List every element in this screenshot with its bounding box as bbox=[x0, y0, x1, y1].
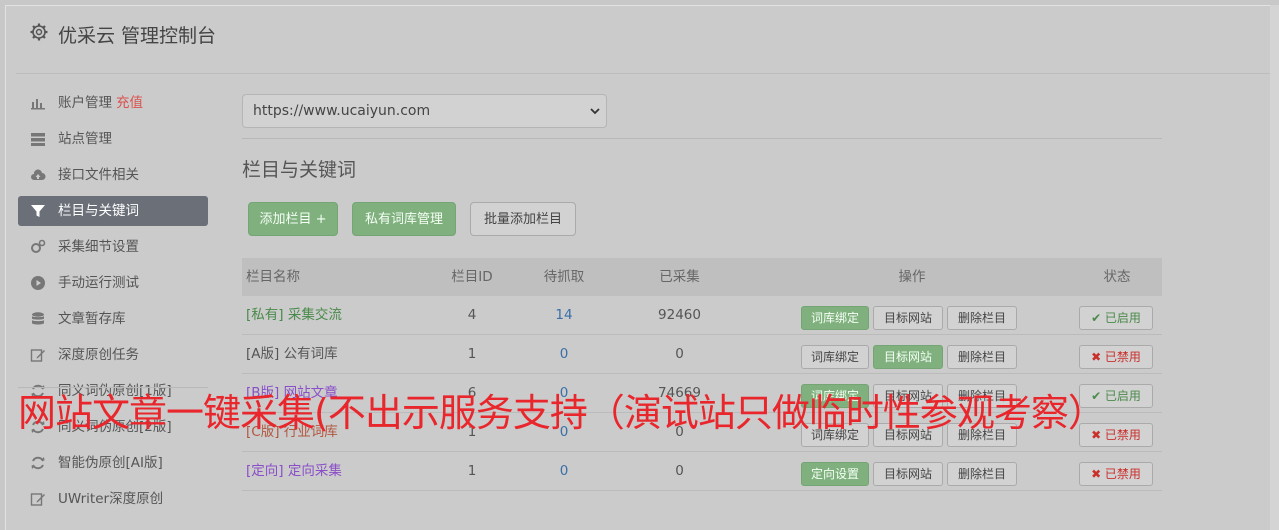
directed-settings-button[interactable]: 定向设置 bbox=[801, 462, 869, 486]
sidebar-item-label: 账户管理 bbox=[58, 95, 112, 111]
page-title: 栏目与关键词 bbox=[242, 159, 357, 181]
sidebar-item-label: 深度原创任务 bbox=[58, 347, 139, 363]
column-collected: 92460 bbox=[658, 307, 701, 323]
sidebar-item-label: 手动运行测试 bbox=[58, 275, 139, 291]
sidebar: 账户管理 充值 站点管理 接口文件相关 栏目与关键词 采集细节设置 手动运行测试 … bbox=[18, 88, 208, 520]
sidebar-item-columns[interactable]: 栏目与关键词 bbox=[18, 196, 208, 226]
column-name: [私有] 采集交流 bbox=[246, 296, 342, 335]
sidebar-item-label: 接口文件相关 bbox=[58, 167, 139, 183]
sidebar-item-label: 采集细节设置 bbox=[58, 239, 139, 255]
recharge-link[interactable]: 充值 bbox=[116, 95, 143, 111]
status-toggle[interactable]: ✔ 已启用 bbox=[1079, 306, 1153, 330]
sidebar-item-sites[interactable]: 站点管理 bbox=[18, 124, 208, 154]
database-icon bbox=[32, 312, 44, 325]
sidebar-item-account[interactable]: 账户管理 充值 bbox=[18, 88, 208, 118]
col-header-actions: 操作 bbox=[898, 269, 926, 285]
delete-column-button[interactable]: 删除栏目 bbox=[947, 345, 1017, 369]
column-pending[interactable]: 14 bbox=[534, 296, 594, 335]
target-site-button[interactable]: 目标网站 bbox=[873, 462, 943, 486]
section-divider bbox=[242, 138, 1162, 139]
lexicon-bind-button[interactable]: 词库绑定 bbox=[801, 306, 869, 330]
cogs-icon bbox=[31, 239, 46, 253]
table-row: [私有] 采集交流 4 14 92460 词库绑定 目标网站 删除栏目 ✔ 已启… bbox=[242, 296, 1162, 335]
table-row: [定向] 定向采集 1 0 0 定向设置 目标网站 删除栏目 ✖ 已禁用 bbox=[242, 452, 1162, 491]
sidebar-item-article-store[interactable]: 文章暂存库 bbox=[18, 304, 208, 334]
sidebar-item-interface[interactable]: 接口文件相关 bbox=[18, 160, 208, 190]
refresh-icon bbox=[31, 456, 45, 470]
sidebar-item-label: 智能伪原创[AI版] bbox=[58, 455, 163, 471]
cloud-upload-icon bbox=[31, 169, 46, 180]
watermark-banner: 网站文章一键采集(不出示服务支持（演试站只做临时性参观考察） bbox=[18, 391, 1106, 435]
edit-icon bbox=[30, 493, 45, 506]
column-name-text[interactable]: 公有词库 bbox=[284, 346, 338, 362]
col-header-collected: 已采集 bbox=[659, 269, 700, 285]
sidebar-item-collect-settings[interactable]: 采集细节设置 bbox=[18, 232, 208, 262]
sidebar-item-label: 站点管理 bbox=[58, 131, 112, 147]
sidebar-item-uwriter[interactable]: UWriter深度原创 bbox=[18, 484, 208, 514]
col-header-status: 状态 bbox=[1103, 269, 1131, 285]
edit-icon bbox=[30, 349, 45, 362]
app-title: 优采云 管理控制台 bbox=[58, 25, 217, 47]
batch-add-column-button[interactable]: 批量添加栏目 bbox=[470, 202, 576, 236]
table-header: 栏目名称 栏目ID 待抓取 已采集 操作 状态 bbox=[242, 258, 1162, 296]
column-name: [定向] 定向采集 bbox=[246, 452, 342, 491]
column-pending[interactable]: 0 bbox=[534, 335, 594, 374]
site-select-value: https://www.ucaiyun.com bbox=[253, 103, 431, 119]
sidebar-item-ai-rewrite[interactable]: 智能伪原创[AI版] bbox=[18, 448, 208, 478]
add-column-button[interactable]: 添加栏目 + bbox=[248, 202, 338, 236]
sidebar-item-label: 栏目与关键词 bbox=[58, 203, 139, 219]
lexicon-bind-button[interactable]: 词库绑定 bbox=[801, 345, 869, 369]
status-toggle[interactable]: ✖ 已禁用 bbox=[1079, 462, 1153, 486]
status-toggle[interactable]: ✖ 已禁用 bbox=[1079, 345, 1153, 369]
column-tag: [A版] bbox=[246, 346, 280, 362]
column-id: 1 bbox=[467, 463, 477, 479]
column-collected: 0 bbox=[675, 463, 684, 479]
chevron-down-icon bbox=[590, 108, 600, 115]
col-header-id: 栏目ID bbox=[451, 269, 493, 285]
sidebar-item-manual-run[interactable]: 手动运行测试 bbox=[18, 268, 208, 298]
table-row: [A版] 公有词库 1 0 0 词库绑定 目标网站 删除栏目 ✖ 已禁用 bbox=[242, 335, 1162, 374]
column-tag: [定向] bbox=[246, 463, 284, 479]
scrollbar[interactable] bbox=[1270, 5, 1279, 530]
target-site-button[interactable]: 目标网站 bbox=[873, 306, 943, 330]
columns-table: 栏目名称 栏目ID 待抓取 已采集 操作 状态 [私有] 采集交流 4 14 9… bbox=[242, 258, 1162, 491]
target-site-button[interactable]: 目标网站 bbox=[873, 345, 943, 369]
gear-icon bbox=[30, 23, 48, 41]
column-id: 4 bbox=[467, 307, 477, 323]
column-tag: [私有] bbox=[246, 307, 284, 323]
bar-chart-icon bbox=[31, 99, 45, 110]
column-collected: 0 bbox=[675, 346, 684, 362]
sidebar-item-label: 文章暂存库 bbox=[58, 311, 126, 327]
server-icon bbox=[31, 133, 45, 146]
delete-column-button[interactable]: 删除栏目 bbox=[947, 306, 1017, 330]
delete-column-button[interactable]: 删除栏目 bbox=[947, 462, 1017, 486]
column-name-text[interactable]: 定向采集 bbox=[288, 463, 342, 479]
column-name: [A版] 公有词库 bbox=[246, 335, 338, 374]
column-pending[interactable]: 0 bbox=[534, 452, 594, 491]
col-header-name: 栏目名称 bbox=[246, 269, 300, 285]
col-header-pending: 待抓取 bbox=[543, 269, 585, 285]
play-circle-icon bbox=[31, 276, 45, 290]
filter-icon bbox=[31, 205, 45, 217]
header: 优采云 管理控制台 bbox=[16, 6, 1273, 74]
sidebar-item-deep-original[interactable]: 深度原创任务 bbox=[18, 340, 208, 370]
column-name-text[interactable]: 采集交流 bbox=[288, 307, 342, 323]
site-select[interactable]: https://www.ucaiyun.com bbox=[242, 94, 607, 128]
sidebar-item-label: UWriter深度原创 bbox=[58, 491, 164, 507]
column-id: 1 bbox=[467, 346, 477, 362]
private-lexicon-button[interactable]: 私有词库管理 bbox=[352, 202, 456, 236]
